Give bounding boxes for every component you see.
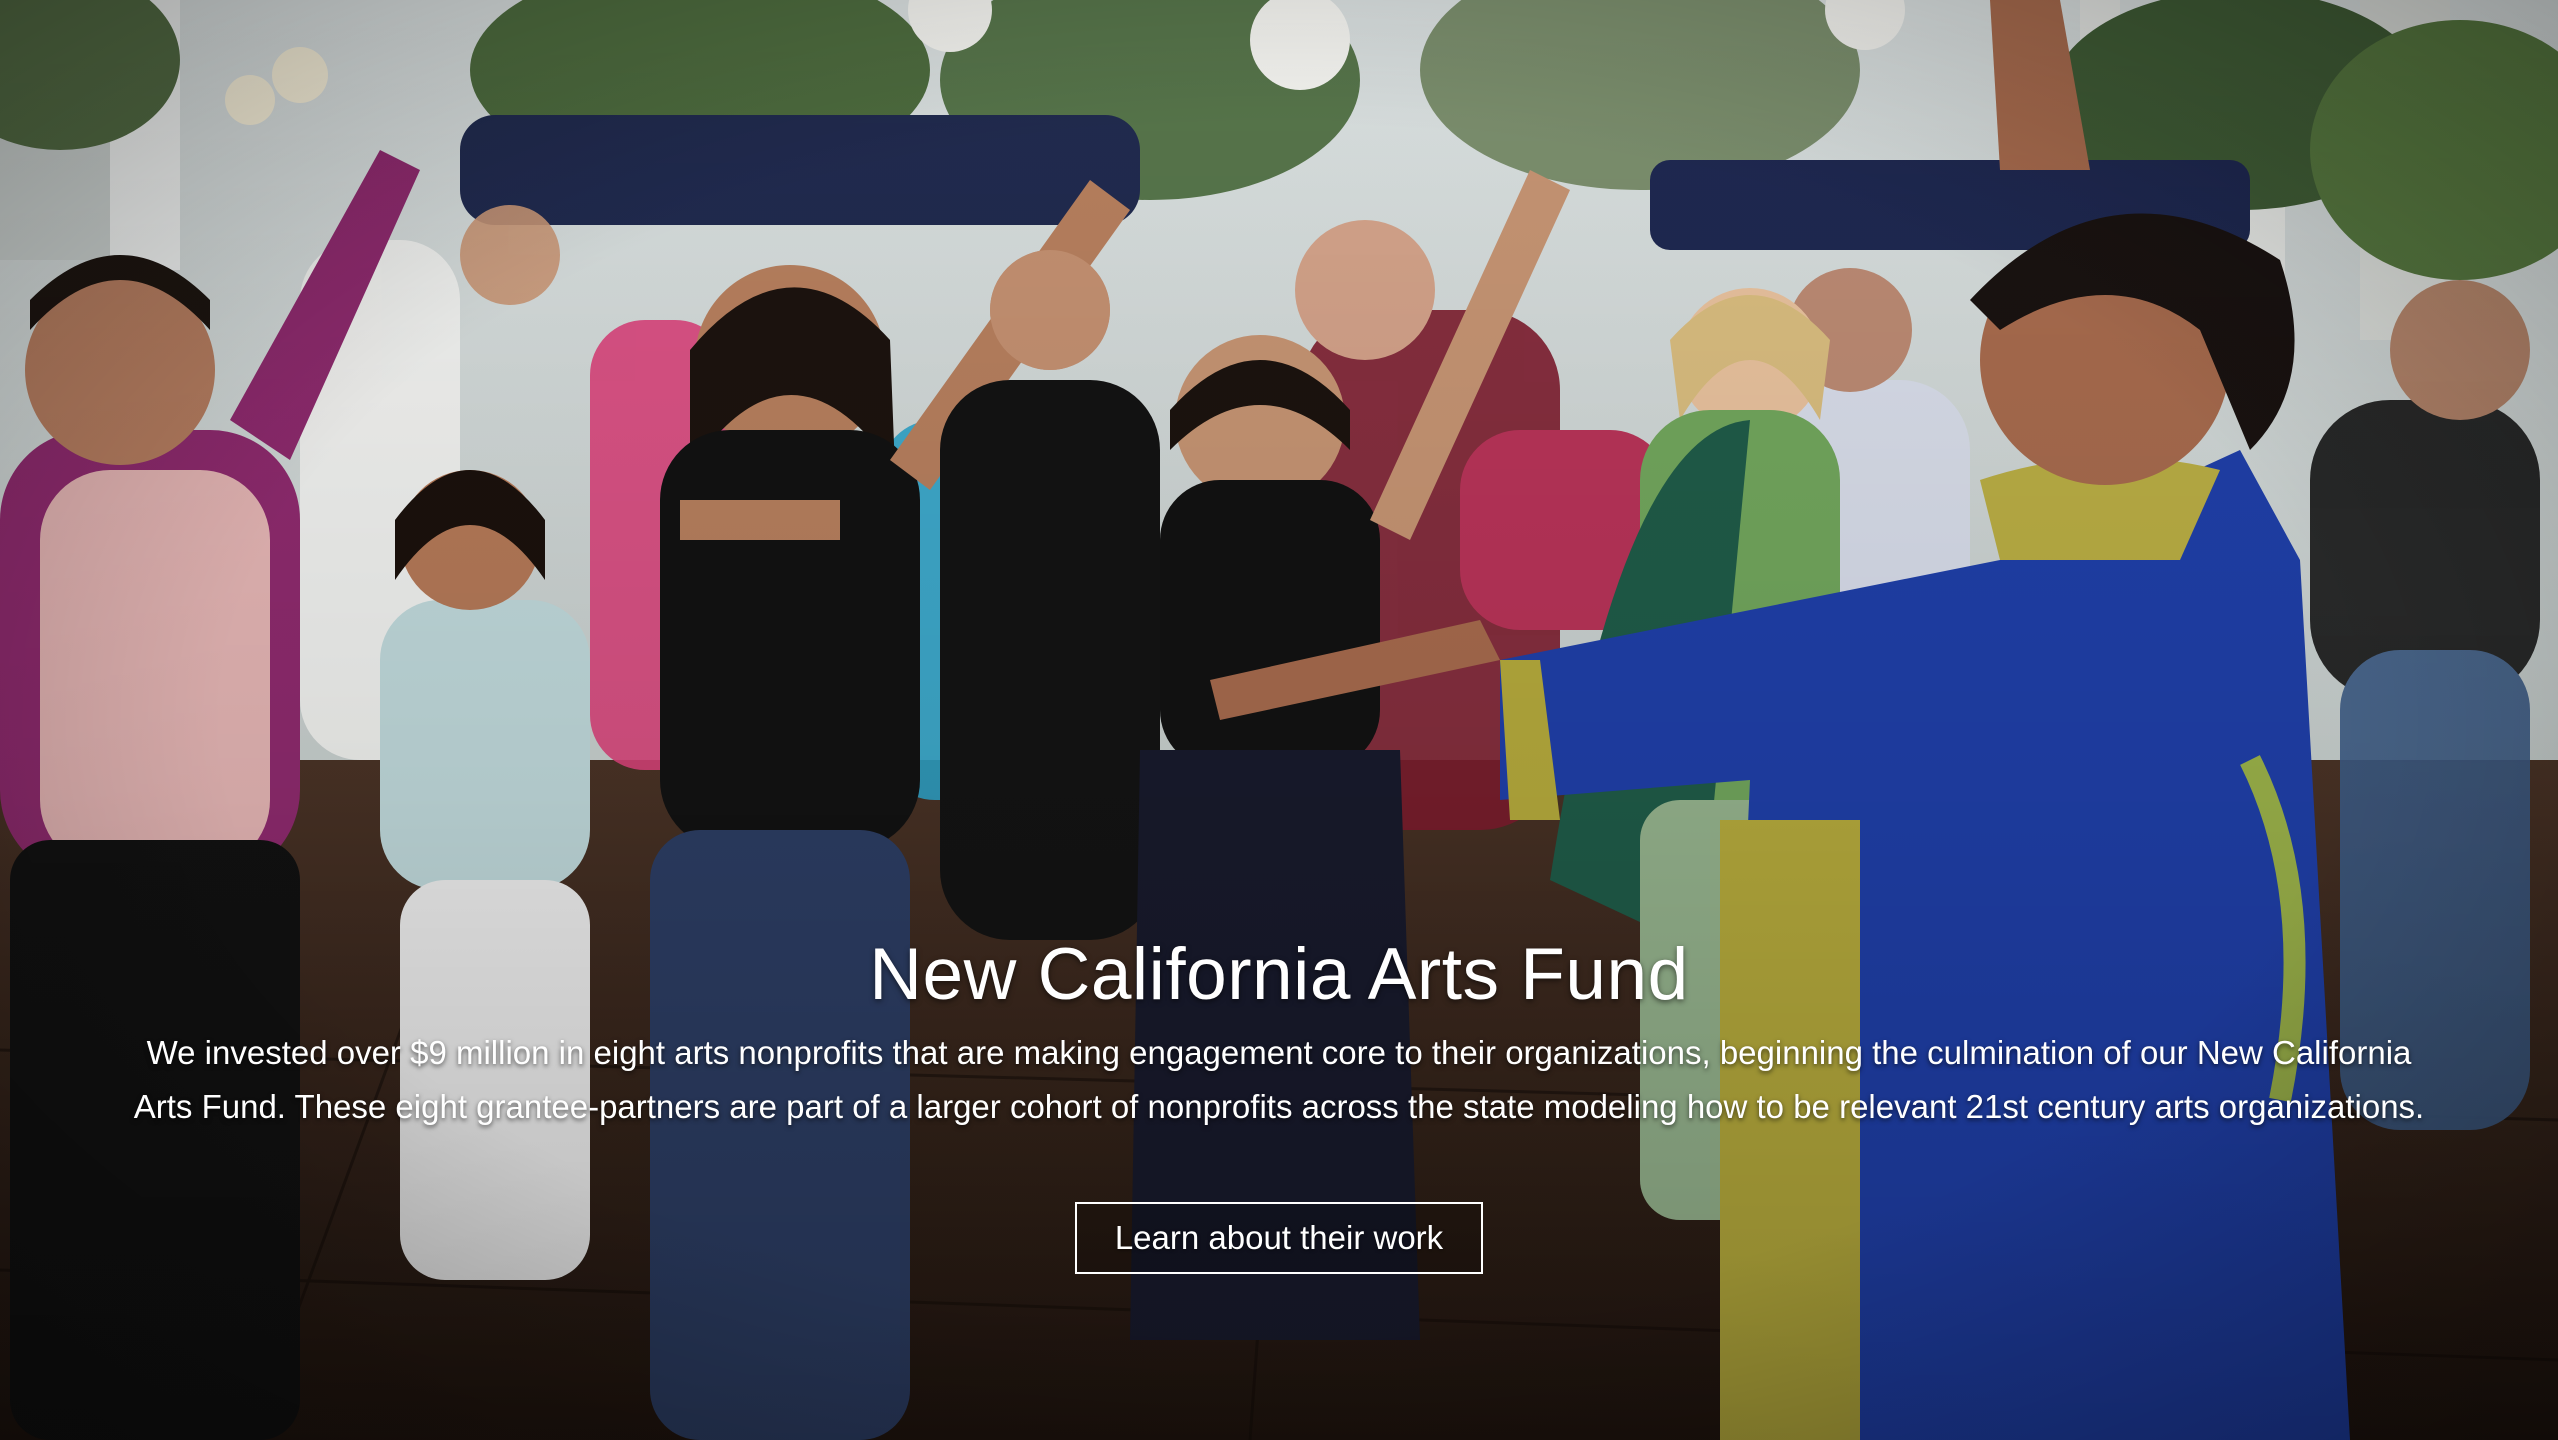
hero-content: New California Arts Fund We invested ove… <box>100 930 2458 1274</box>
learn-about-their-work-button[interactable]: Learn about their work <box>1074 1202 1484 1274</box>
hero-banner: New California Arts Fund We invested ove… <box>0 0 2558 1440</box>
hero-description: We invested over $9 million in eight art… <box>133 1034 2425 1125</box>
hero-title: New California Arts Fund <box>869 934 1689 1015</box>
